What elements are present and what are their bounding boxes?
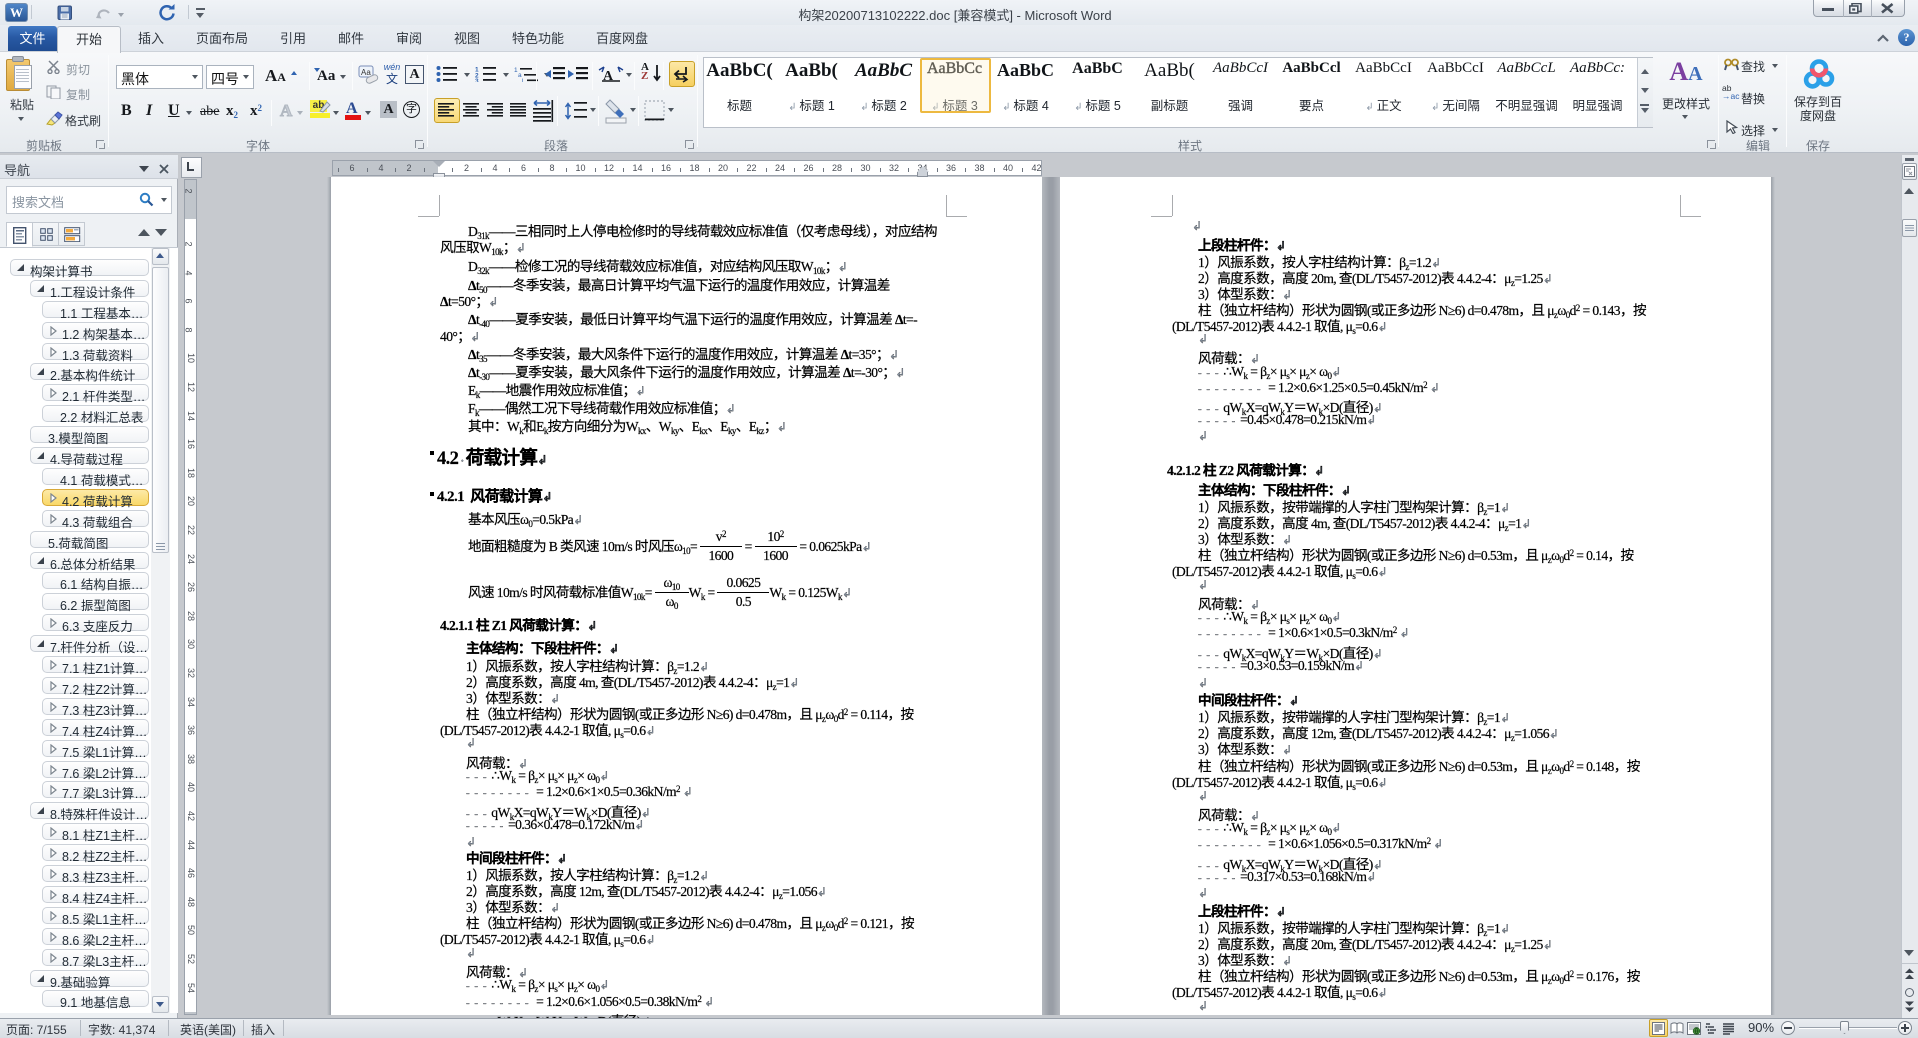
svg-text:Aa: Aa — [361, 68, 371, 77]
svg-text:3: 3 — [475, 78, 479, 82]
svg-text:i: i — [522, 78, 523, 83]
